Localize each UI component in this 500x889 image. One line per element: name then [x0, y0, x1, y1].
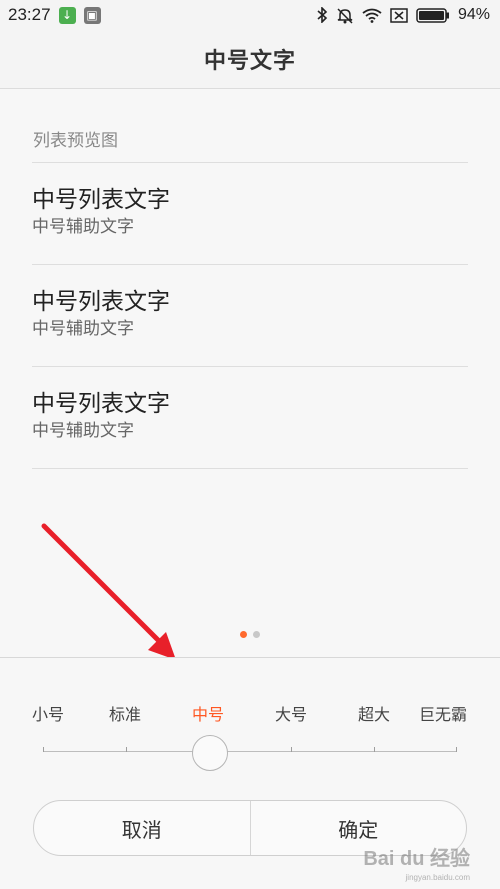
- status-bar: 23:27 ↓ ▣ 94%: [0, 0, 500, 30]
- list-item-secondary-text: 中号辅助文字: [32, 319, 134, 339]
- page-dot-inactive: [253, 631, 260, 638]
- size-option-extra-large[interactable]: 超大: [358, 701, 390, 725]
- preview-list: 中号列表文字 中号辅助文字 中号列表文字 中号辅助文字 中号列表文字 中号辅助文…: [32, 162, 468, 469]
- list-item: 中号列表文字 中号辅助文字: [32, 367, 468, 469]
- size-option-large[interactable]: 大号: [275, 701, 307, 725]
- no-sim-icon: [390, 7, 408, 23]
- page-title: 中号文字: [203, 49, 296, 74]
- section-header: 列表预览图: [33, 131, 118, 151]
- watermark-subtext: jingyan.baidu.com: [405, 873, 470, 882]
- status-time: 23:27: [8, 5, 51, 24]
- status-left: 23:27 ↓ ▣: [8, 5, 101, 25]
- slider-tick: [456, 747, 457, 752]
- size-option-huge[interactable]: 巨无霸: [419, 701, 467, 725]
- watermark: Bai du 经验 jingyan.baidu.com: [363, 842, 470, 882]
- size-slider-track[interactable]: [43, 751, 457, 752]
- cancel-button[interactable]: 取消: [34, 801, 250, 855]
- status-right: 94%: [316, 6, 490, 24]
- list-item-secondary-text: 中号辅助文字: [32, 421, 134, 441]
- annotation-arrow-icon: [41, 523, 176, 660]
- list-item: 中号列表文字 中号辅助文字: [32, 163, 468, 265]
- battery-percent: 94%: [457, 6, 490, 23]
- size-option-small[interactable]: 小号: [32, 701, 64, 725]
- mute-icon: [336, 7, 354, 24]
- size-option-standard[interactable]: 标准: [109, 701, 141, 725]
- list-item-secondary-text: 中号辅助文字: [32, 217, 134, 237]
- page-indicator: [240, 631, 260, 638]
- slider-tick: [291, 747, 292, 752]
- slider-tick: [126, 747, 127, 752]
- app-notification-icon: ▣: [83, 6, 101, 24]
- size-slider-thumb[interactable]: [192, 735, 228, 771]
- size-option-medium[interactable]: 中号: [192, 701, 224, 725]
- list-item-primary-text: 中号列表文字: [32, 391, 170, 417]
- list-item: 中号列表文字 中号辅助文字: [32, 265, 468, 367]
- page-dot-active: [240, 631, 247, 638]
- watermark-text: Bai du 经验: [363, 848, 470, 870]
- battery-icon: [416, 7, 450, 23]
- list-item-primary-text: 中号列表文字: [32, 187, 170, 213]
- font-size-panel: 小号 标准 中号 大号 超大 巨无霸 取消 确定 Bai du 经验 jingy…: [0, 657, 500, 889]
- download-notification-icon: ↓: [58, 6, 76, 24]
- slider-tick: [43, 747, 44, 752]
- slider-tick: [374, 747, 375, 752]
- title-bar: 中号文字: [0, 30, 500, 89]
- list-item-primary-text: 中号列表文字: [32, 289, 170, 315]
- wifi-icon: [362, 8, 382, 23]
- bluetooth-icon: [316, 7, 328, 23]
